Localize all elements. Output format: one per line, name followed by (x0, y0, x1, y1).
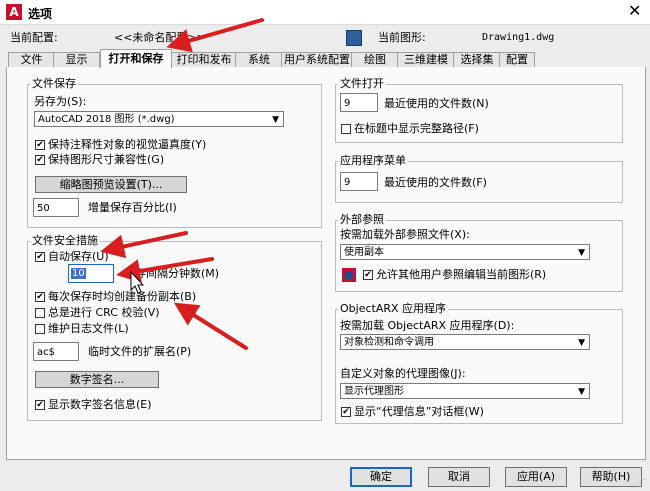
apply-button[interactable]: 应用(A) (505, 467, 567, 487)
crc-check-checkbox[interactable] (35, 308, 45, 318)
arx-demand-load-value: 对象检测和命令调用 (344, 337, 434, 348)
proxy-images-dropdown[interactable]: 显示代理图形 ▼ (340, 383, 590, 399)
maintain-size-compat-checkbox[interactable]: ✔ (35, 155, 45, 165)
file-save-group-title: 文件保存 (30, 77, 78, 90)
maintain-size-compat-label: 保持图形尺寸兼容性(G) (48, 153, 165, 166)
chevron-down-icon: ▼ (578, 338, 585, 348)
options-dialog: A 选项 ✕ 当前配置: <<未命名配置>> 当前图形: Drawing1.dw… (0, 0, 650, 491)
tab-files[interactable]: 文件 (8, 52, 55, 67)
full-path-label: 在标题中显示完整路径(F) (354, 122, 479, 135)
arx-demand-load-dropdown[interactable]: 对象检测和命令调用 ▼ (340, 334, 590, 350)
recent-files-input[interactable]: 9 (340, 93, 378, 112)
dialog-title: 选项 (28, 7, 53, 21)
xref-group-title: 外部参照 (338, 213, 386, 226)
app-menu-group-title: 应用程序菜单 (338, 154, 408, 167)
app-menu-recent-input[interactable]: 9 (340, 172, 378, 191)
drawing-file-icon (346, 30, 362, 46)
temp-extension-label: 临时文件的扩展名(P) (88, 345, 192, 358)
autosave-label: 自动保存(U) (48, 250, 109, 263)
current-drawing-label: 当前图形: (378, 31, 426, 44)
ok-button[interactable]: 确定 (350, 467, 412, 487)
tab-open-and-save[interactable]: 打开和保存 (100, 49, 172, 68)
chevron-down-icon: ▼ (578, 387, 585, 397)
close-icon[interactable]: ✕ (628, 1, 641, 21)
show-digital-sig-label: 显示数字签名信息(E) (48, 398, 152, 411)
thumbnail-settings-button[interactable]: 缩略图预览设置(T)... (35, 176, 187, 193)
temp-extension-input[interactable]: ac$ (33, 342, 79, 361)
arx-demand-load-label: 按需加载 ObjectARX 应用程序(D): (340, 319, 515, 332)
tab-3d-modeling[interactable]: 三维建模 (397, 52, 455, 67)
xref-demand-load-label: 按需加载外部参照文件(X): (340, 228, 470, 241)
resize-grip-icon[interactable]: ⋰ (636, 478, 648, 490)
recent-files-label: 最近使用的文件数(N) (384, 97, 489, 110)
tab-plot-and-publish[interactable]: 打印和发布 (171, 52, 237, 67)
log-file-label: 维护日志文件(L) (48, 322, 129, 335)
xref-edit-icon (342, 268, 356, 282)
xref-demand-load-value: 使用副本 (344, 247, 384, 258)
tab-selection[interactable]: 选择集 (453, 52, 501, 67)
tab-user-preferences[interactable]: 用户系统配置 (281, 52, 353, 67)
objectarx-group-title: ObjectARX 应用程序 (338, 302, 449, 315)
show-digital-sig-checkbox[interactable]: ✔ (35, 400, 45, 410)
save-as-label: 另存为(S): (34, 95, 87, 108)
file-safety-group-title: 文件安全措施 (30, 234, 100, 247)
chevron-down-icon: ▼ (272, 115, 279, 125)
crc-check-label: 总是进行 CRC 校验(V) (48, 306, 160, 319)
autocad-app-icon: A (6, 4, 22, 20)
backup-copy-checkbox[interactable]: ✔ (35, 292, 45, 302)
tab-profiles[interactable]: 配置 (499, 52, 535, 67)
proxy-images-label: 自定义对象的代理图像(J): (340, 367, 466, 380)
incremental-save-input[interactable]: 50 (33, 198, 79, 217)
proxy-images-value: 显示代理图形 (344, 386, 404, 397)
xref-demand-load-dropdown[interactable]: 使用副本 ▼ (340, 244, 590, 260)
digital-signatures-button[interactable]: 数字签名... (35, 371, 159, 388)
allow-xref-edit-checkbox[interactable]: ✔ (363, 270, 373, 280)
backup-copy-label: 每次保存时均创建备份副本(B) (48, 290, 197, 303)
cancel-button[interactable]: 取消 (428, 467, 490, 487)
allow-xref-edit-label: 允许其他用户参照编辑当前图形(R) (376, 268, 547, 281)
tab-drafting[interactable]: 绘图 (351, 52, 399, 67)
current-drawing-value: Drawing1.dwg (482, 32, 555, 43)
show-proxy-dialog-label: 显示“代理信息”对话框(W) (354, 405, 484, 418)
current-profile-value: <<未命名配置>> (114, 31, 206, 44)
title-bar (0, 0, 650, 25)
help-button[interactable]: 帮助(H) (580, 467, 642, 487)
maintain-annotative-checkbox[interactable]: ✔ (35, 140, 45, 150)
tab-display[interactable]: 显示 (53, 52, 100, 67)
chevron-down-icon: ▼ (578, 248, 585, 258)
save-as-dropdown[interactable]: AutoCAD 2018 图形 (*.dwg) ▼ (34, 111, 284, 127)
app-menu-recent-label: 最近使用的文件数(F) (384, 176, 487, 189)
maintain-annotative-label: 保持注释性对象的视觉逼真度(Y) (48, 138, 207, 151)
save-as-value: AutoCAD 2018 图形 (*.dwg) (38, 114, 175, 125)
full-path-checkbox[interactable] (341, 124, 351, 134)
incremental-save-label: 增量保存百分比(I) (88, 201, 177, 214)
current-profile-label: 当前配置: (10, 31, 58, 44)
log-file-checkbox[interactable] (35, 324, 45, 334)
autosave-minutes-label: 保存间隔分钟数(M) (124, 267, 220, 280)
autosave-minutes-input[interactable]: 10 (68, 264, 114, 283)
autosave-checkbox[interactable]: ✔ (35, 252, 45, 262)
autosave-minutes-value: 10 (71, 268, 86, 279)
show-proxy-dialog-checkbox[interactable]: ✔ (341, 407, 351, 417)
file-open-group-title: 文件打开 (338, 77, 386, 90)
tab-system[interactable]: 系统 (235, 52, 283, 67)
